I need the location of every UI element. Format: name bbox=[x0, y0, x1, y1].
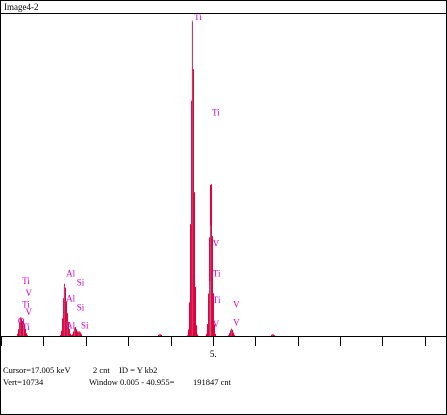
spectrum-window: Image4-2 Ti Ti V Ti Ti V V V Al Si Al Si Al Si Ti V Ti V O… bbox=[0, 0, 447, 415]
title-bar[interactable]: Image4-2 bbox=[1, 1, 446, 14]
energy-window: Window 0.005 - 40.955= bbox=[89, 377, 175, 387]
spectrum-bars bbox=[17, 21, 275, 336]
spectrum-plot[interactable]: TiTiVTiTiVVVAlSiAlSiAl SiTiVTiVOTi 5. bbox=[1, 14, 446, 363]
cursor-counts: 2 cnt bbox=[93, 365, 110, 375]
cursor-readout: Cursor=17.005 keV bbox=[3, 365, 71, 375]
peak-id: ID = Y kb2 bbox=[119, 365, 158, 375]
peak-label-10: Al bbox=[66, 294, 75, 304]
peak-label-0: Ti bbox=[194, 14, 202, 22]
peak-label-9: Si bbox=[77, 277, 85, 287]
peak-label-13: Si bbox=[81, 321, 89, 331]
peak-label-7: V bbox=[233, 318, 240, 328]
peak-label-6: V bbox=[233, 300, 240, 310]
peak-label-19: Ti bbox=[22, 322, 30, 332]
peak-label-12: Al bbox=[66, 321, 75, 331]
status-panel: Cursor=17.005 keV 2 cnt ID = Y kb2 Vert=… bbox=[1, 363, 446, 414]
peak-label-11: Si bbox=[77, 303, 85, 313]
total-counts: 191847 cnt bbox=[193, 377, 232, 387]
peak-label-8: Al bbox=[66, 268, 75, 278]
peak-label-3: Ti bbox=[213, 268, 221, 278]
peak-label-2: V bbox=[213, 239, 220, 249]
axis-tick-label: 5. bbox=[210, 349, 217, 359]
spectrum-trace bbox=[17, 19, 275, 336]
peak-label-15: V bbox=[25, 288, 32, 298]
peak-labels: TiTiVTiTiVVVAlSiAlSiAl SiTiVTiVOTi bbox=[18, 14, 240, 332]
vertical-scale: Vert=10734 bbox=[3, 377, 44, 387]
peak-label-5: V bbox=[213, 319, 220, 329]
window-title: Image4-2 bbox=[4, 2, 39, 12]
peak-label-4: Ti bbox=[213, 295, 221, 305]
energy-axis bbox=[1, 336, 446, 346]
peak-label-14: Ti bbox=[22, 276, 30, 286]
peak-label-17: V bbox=[25, 307, 32, 317]
peak-label-1: Ti bbox=[212, 107, 220, 117]
